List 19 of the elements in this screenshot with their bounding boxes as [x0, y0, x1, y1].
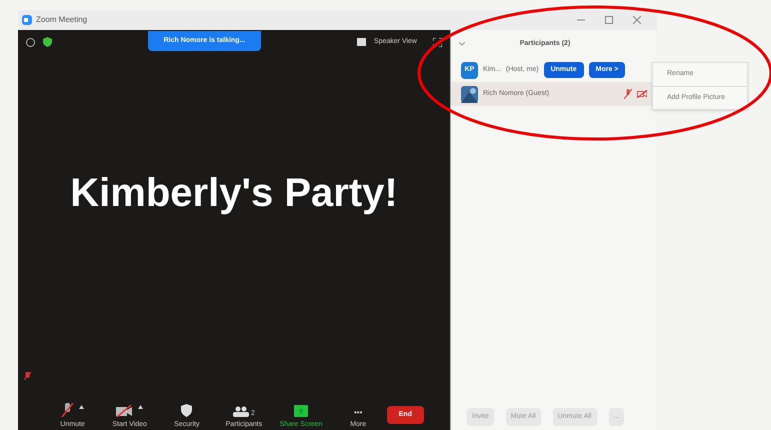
close-icon[interactable] [633, 16, 641, 24]
muted-mic-icon [61, 403, 74, 417]
shield-icon [181, 404, 192, 417]
grid-icon[interactable] [356, 38, 366, 46]
muted-mic-icon [24, 372, 31, 380]
meeting-title: Kimberly's Party! [70, 170, 398, 217]
app-logo-icon [22, 15, 32, 25]
maximize-icon[interactable] [605, 16, 613, 24]
video-off-icon [116, 405, 132, 417]
share-screen-icon [294, 405, 308, 417]
caret-icon[interactable] [138, 405, 144, 409]
more-icon: ••• [354, 409, 362, 417]
shield-icon[interactable] [43, 37, 52, 47]
caret-icon[interactable] [79, 405, 84, 409]
collapse-icon[interactable] [459, 42, 465, 46]
people-icon [232, 406, 249, 417]
window-title: Zoom Meeting [36, 14, 88, 26]
info-icon[interactable] [26, 38, 35, 46]
fullscreen-icon[interactable] [433, 38, 442, 46]
